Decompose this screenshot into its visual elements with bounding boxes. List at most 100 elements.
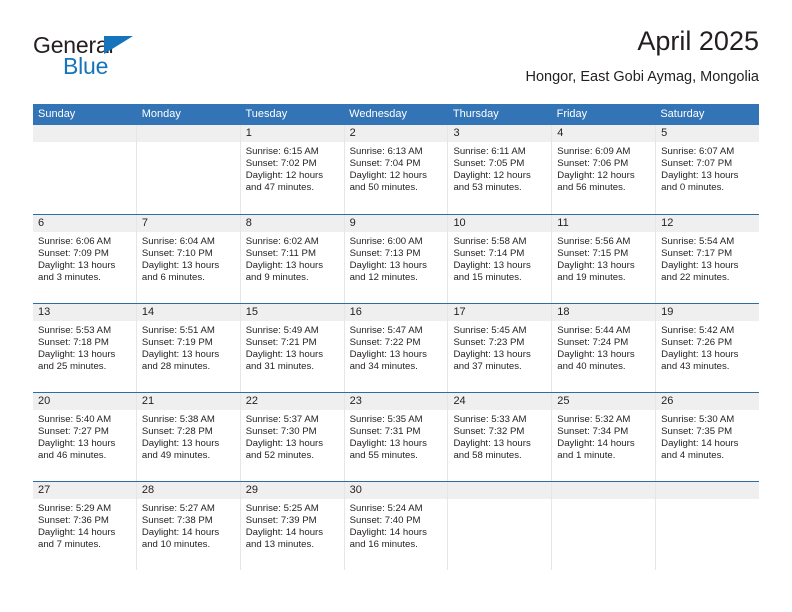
- day-number-band: 27: [33, 482, 136, 500]
- day-sunrise-text: Sunrise: 6:04 AM: [141, 236, 215, 247]
- calendar-day-cell[interactable]: 26 Sunrise: 5:30 AM Sunset: 7:35 PM Dayligh…: [656, 393, 760, 481]
- day-number-band: 21: [136, 393, 240, 411]
- day-number: 26: [661, 395, 674, 407]
- weekday-header-saturday: Saturday: [660, 108, 705, 120]
- calendar-day-cell[interactable]: 10 Sunrise: 5:58 AM Sunset: 7:14 PM Dayligh…: [448, 215, 553, 303]
- calendar-day-cell[interactable]: 6 Sunrise: 6:06 AM Sunset: 7:09 PM Daylight…: [33, 215, 137, 303]
- day-daylight2-text: and 4 minutes.: [661, 450, 725, 462]
- day-number: 20: [38, 395, 51, 407]
- day-daylight1-text: Daylight: 13 hours: [349, 260, 427, 272]
- day-daylight1-text: Daylight: 12 hours: [349, 170, 427, 182]
- day-sun-info: Sunrise: 5:33 AM Sunset: 7:32 PM Daylight:…: [448, 411, 551, 462]
- day-number-band: 5: [656, 125, 760, 143]
- day-sunset-text: Sunset: 7:38 PM: [141, 515, 213, 527]
- calendar-day-cell[interactable]: 9 Sunrise: 6:00 AM Sunset: 7:13 PM Daylight…: [344, 215, 449, 303]
- day-sunrise-text: Sunrise: 5:27 AM: [141, 503, 215, 514]
- day-sun-info: Sunrise: 5:27 AM Sunset: 7:38 PM Daylight:…: [137, 500, 240, 551]
- calendar-day-cell[interactable]: 23 Sunrise: 5:35 AM Sunset: 7:31 PM Dayligh…: [344, 393, 449, 481]
- calendar-day-cell[interactable]: 11 Sunrise: 5:56 AM Sunset: 7:15 PM Dayligh…: [552, 215, 657, 303]
- calendar-day-cell-empty: [552, 482, 657, 570]
- weekday-header-wednesday: Wednesday: [349, 108, 408, 120]
- day-sunrise-text: Sunrise: 5:37 AM: [245, 414, 319, 425]
- calendar-day-cell[interactable]: 14 Sunrise: 5:51 AM Sunset: 7:19 PM Dayligh…: [136, 304, 241, 392]
- day-number-band: 23: [344, 393, 448, 411]
- day-sun-info: Sunrise: 6:09 AM Sunset: 7:06 PM Daylight:…: [552, 143, 655, 194]
- day-daylight2-text: and 3 minutes.: [38, 272, 101, 284]
- day-daylight1-text: Daylight: 13 hours: [141, 260, 220, 272]
- calendar-day-cell[interactable]: 5 Sunrise: 6:07 AM Sunset: 7:07 PM Daylight…: [656, 125, 760, 214]
- calendar-day-cell[interactable]: 30 Sunrise: 5:24 AM Sunset: 7:40 PM Dayligh…: [344, 482, 449, 570]
- day-number: 27: [38, 484, 51, 496]
- day-number-band: [552, 482, 656, 500]
- day-sunset-text: Sunset: 7:09 PM: [38, 248, 109, 260]
- day-daylight2-text: and 37 minutes.: [453, 361, 522, 373]
- calendar-day-cell[interactable]: 7 Sunrise: 6:04 AM Sunset: 7:10 PM Daylight…: [136, 215, 241, 303]
- day-sunset-text: Sunset: 7:35 PM: [661, 426, 733, 438]
- day-sunset-text: Sunset: 7:30 PM: [245, 426, 317, 438]
- calendar-day-cell[interactable]: 8 Sunrise: 6:02 AM Sunset: 7:11 PM Daylight…: [240, 215, 345, 303]
- day-sun-info: Sunrise: 5:49 AM Sunset: 7:21 PM Daylight:…: [241, 322, 344, 373]
- day-sunrise-text: Sunrise: 5:29 AM: [38, 503, 112, 514]
- title-block: April 2025 Hongor, East Gobi Aymag, Mong…: [526, 26, 759, 87]
- day-number-band: 7: [136, 215, 240, 233]
- day-number: 25: [557, 395, 570, 407]
- calendar-day-cell[interactable]: 29 Sunrise: 5:25 AM Sunset: 7:39 PM Dayligh…: [240, 482, 345, 570]
- day-number-band: 20: [33, 393, 136, 411]
- day-daylight2-text: and 15 minutes.: [453, 272, 522, 284]
- day-daylight2-text: and 34 minutes.: [349, 361, 418, 373]
- day-daylight1-text: Daylight: 13 hours: [661, 260, 739, 272]
- day-sun-info: Sunrise: 5:54 AM Sunset: 7:17 PM Daylight:…: [656, 233, 759, 284]
- day-sun-info: Sunrise: 5:38 AM Sunset: 7:28 PM Daylight:…: [137, 411, 240, 462]
- day-daylight2-text: and 25 minutes.: [38, 361, 107, 373]
- calendar-grid: Sunday Monday Tuesday Wednesday Thursday Frid…: [33, 104, 760, 570]
- day-number: 14: [141, 306, 155, 318]
- calendar-day-cell[interactable]: 15 Sunrise: 5:49 AM Sunset: 7:21 PM Dayligh…: [240, 304, 345, 392]
- calendar-day-cell[interactable]: 21 Sunrise: 5:38 AM Sunset: 7:28 PM Dayligh…: [136, 393, 241, 481]
- day-sunrise-text: Sunrise: 6:13 AM: [349, 146, 423, 157]
- calendar-day-cell[interactable]: 20 Sunrise: 5:40 AM Sunset: 7:27 PM Dayligh…: [33, 393, 137, 481]
- calendar-day-cell-empty: [136, 125, 241, 214]
- calendar-day-cell[interactable]: 25 Sunrise: 5:32 AM Sunset: 7:34 PM Dayligh…: [552, 393, 657, 481]
- day-sunset-text: Sunset: 7:17 PM: [661, 248, 733, 260]
- day-daylight1-text: Daylight: 13 hours: [38, 349, 116, 361]
- calendar-day-cell[interactable]: 12 Sunrise: 5:54 AM Sunset: 7:17 PM Dayligh…: [656, 215, 760, 303]
- day-sunset-text: Sunset: 7:40 PM: [349, 515, 421, 527]
- general-blue-logo[interactable]: General Blue: [33, 32, 233, 92]
- calendar-day-cell[interactable]: 1 Sunrise: 6:15 AM Sunset: 7:02 PM Daylight…: [240, 125, 345, 214]
- day-sunset-text: Sunset: 7:11 PM: [245, 248, 316, 260]
- day-number: 21: [141, 395, 155, 407]
- day-daylight2-text: and 53 minutes.: [453, 182, 522, 194]
- calendar-day-cell[interactable]: 16 Sunrise: 5:47 AM Sunset: 7:22 PM Dayligh…: [344, 304, 449, 392]
- day-sunrise-text: Sunrise: 6:11 AM: [453, 146, 526, 157]
- calendar-day-cell[interactable]: 27 Sunrise: 5:29 AM Sunset: 7:36 PM Dayligh…: [33, 482, 137, 570]
- weekday-header-row: Sunday Monday Tuesday Wednesday Thursday Frid…: [33, 104, 759, 125]
- weekday-header-monday: Monday: [141, 108, 181, 120]
- calendar-day-cell[interactable]: 28 Sunrise: 5:27 AM Sunset: 7:38 PM Dayligh…: [136, 482, 241, 570]
- day-number-band: [448, 482, 552, 500]
- calendar-day-cell[interactable]: 17 Sunrise: 5:45 AM Sunset: 7:23 PM Dayligh…: [448, 304, 553, 392]
- weekday-header-sunday: Sunday: [38, 108, 76, 120]
- day-number-band: [656, 482, 760, 500]
- day-sunset-text: Sunset: 7:31 PM: [349, 426, 421, 438]
- day-sunrise-text: Sunrise: 5:58 AM: [453, 236, 527, 247]
- calendar-day-cell[interactable]: 4 Sunrise: 6:09 AM Sunset: 7:06 PM Daylight…: [552, 125, 657, 214]
- day-number-band: [33, 125, 136, 143]
- day-daylight2-text: and 56 minutes.: [557, 182, 626, 194]
- calendar-day-cell[interactable]: 13 Sunrise: 5:53 AM Sunset: 7:18 PM Dayligh…: [33, 304, 137, 392]
- day-number-band: 14: [136, 304, 240, 322]
- calendar-day-cell[interactable]: 24 Sunrise: 5:33 AM Sunset: 7:32 PM Dayligh…: [448, 393, 553, 481]
- calendar-day-cell[interactable]: 18 Sunrise: 5:44 AM Sunset: 7:24 PM Dayligh…: [552, 304, 657, 392]
- calendar-day-cell[interactable]: 22 Sunrise: 5:37 AM Sunset: 7:30 PM Dayligh…: [240, 393, 345, 481]
- day-sun-info: Sunrise: 5:44 AM Sunset: 7:24 PM Daylight:…: [552, 322, 655, 373]
- calendar-day-cell[interactable]: 2 Sunrise: 6:13 AM Sunset: 7:04 PM Daylight…: [344, 125, 449, 214]
- calendar-day-cell[interactable]: 19 Sunrise: 5:42 AM Sunset: 7:26 PM Dayligh…: [656, 304, 760, 392]
- day-sunset-text: Sunset: 7:36 PM: [38, 515, 109, 527]
- weekday-header-tuesday: Tuesday: [245, 108, 288, 120]
- calendar-week-row: 6 Sunrise: 6:06 AM Sunset: 7:09 PM Daylight…: [33, 214, 760, 303]
- day-number: 7: [141, 217, 148, 229]
- calendar-day-cell[interactable]: 3 Sunrise: 6:11 AM Sunset: 7:05 PM Daylight…: [448, 125, 553, 214]
- day-number-band: 30: [344, 482, 448, 500]
- day-sunrise-text: Sunrise: 5:49 AM: [245, 325, 319, 336]
- day-daylight2-text: and 50 minutes.: [349, 182, 418, 194]
- day-number-band: 26: [656, 393, 760, 411]
